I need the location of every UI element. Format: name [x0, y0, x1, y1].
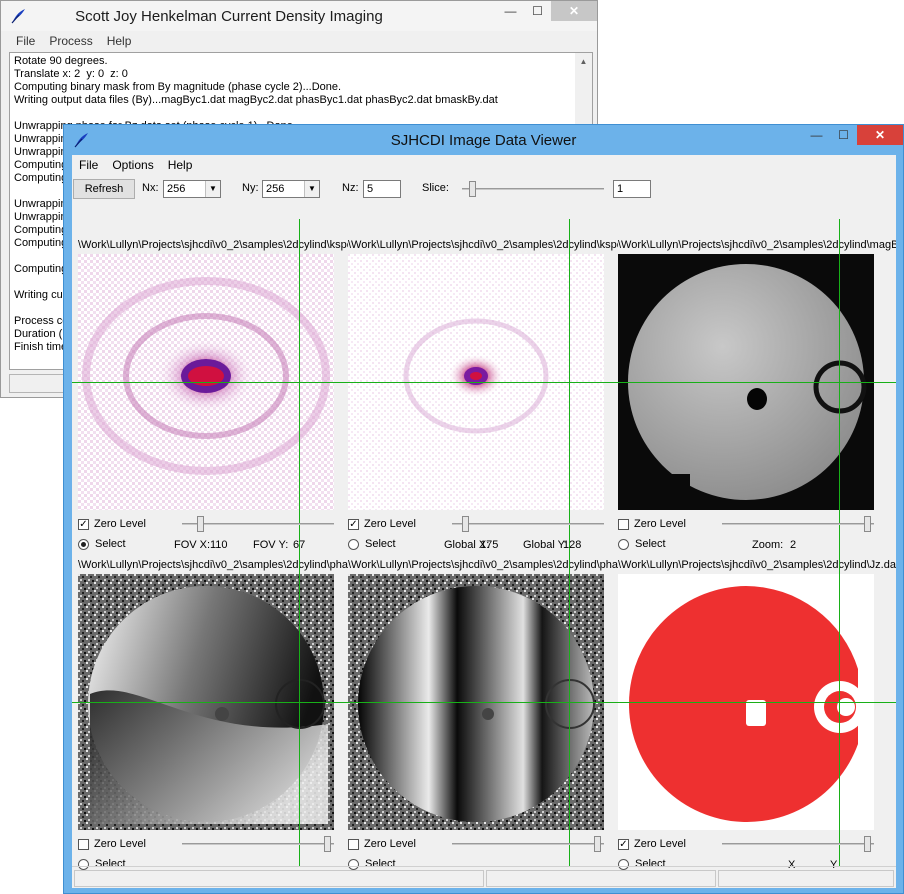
zero-level-label: Zero Level: [94, 838, 146, 850]
slider-thumb[interactable]: [324, 836, 331, 852]
panel-info-text: Global Y:: [523, 539, 568, 551]
checkbox-box[interactable]: [348, 838, 359, 850]
checkbox-box[interactable]: ✓: [348, 518, 359, 530]
nz-field[interactable]: 5: [363, 180, 401, 198]
viewer-client: File Options Help Refresh Nx: 256 ▼ Ny: 2…: [72, 155, 896, 888]
panel-info-text: 2: [790, 539, 797, 551]
zero-level-checkbox[interactable]: ✓ Zero Level: [618, 838, 686, 850]
nx-select[interactable]: 256 ▼: [163, 180, 221, 198]
slice-label: Slice:: [422, 182, 449, 194]
menu-file[interactable]: File: [72, 155, 105, 175]
slider-thumb[interactable]: [864, 516, 871, 532]
select-radio[interactable]: Select: [348, 538, 396, 550]
level-slider[interactable]: [722, 516, 874, 532]
slice-field[interactable]: 1: [613, 180, 651, 198]
slider-thumb[interactable]: [594, 836, 601, 852]
viewer-menubar: File Options Help: [72, 155, 199, 175]
menu-help[interactable]: Help: [161, 155, 200, 175]
crosshair-horizontal-top: [72, 382, 896, 383]
zero-level-checkbox[interactable]: Zero Level: [78, 838, 146, 850]
checkbox-box[interactable]: ✓: [618, 838, 629, 850]
slider-thumb[interactable]: [197, 516, 204, 532]
zero-level-label: Zero Level: [634, 518, 686, 530]
radio-dot[interactable]: [78, 538, 89, 550]
select-radio[interactable]: Select: [78, 538, 126, 550]
status-segment-2: [486, 870, 716, 887]
panel-info-text: 175: [480, 539, 499, 551]
panel-info-text: FOV X:: [174, 539, 211, 551]
viewer-toolbar: Refresh Nx: 256 ▼ Ny: 256 ▼ Nz: 5 Slice: 1: [72, 177, 896, 201]
maximize-button[interactable]: ☐: [830, 125, 857, 145]
main-titlebar[interactable]: Scott Joy Henkelman Current Density Imag…: [1, 1, 597, 31]
nx-label: Nx:: [142, 182, 159, 194]
close-button[interactable]: ✕: [551, 1, 597, 21]
ny-select[interactable]: 256 ▼: [262, 180, 320, 198]
zero-level-label: Zero Level: [364, 518, 416, 530]
menu-help[interactable]: Help: [100, 32, 139, 50]
level-slider[interactable]: [722, 836, 874, 852]
ny-label: Ny:: [242, 182, 259, 194]
main-menubar: File Process Help: [9, 32, 138, 50]
chevron-down-icon[interactable]: ▼: [304, 181, 319, 197]
refresh-button[interactable]: Refresh: [73, 179, 135, 199]
zero-level-checkbox[interactable]: ✓ Zero Level: [78, 518, 146, 530]
minimize-button[interactable]: —: [803, 125, 830, 145]
level-slider[interactable]: [452, 836, 604, 852]
crosshair-horizontal-bottom: [72, 702, 896, 703]
nx-value: 256: [167, 183, 186, 195]
radio-dot[interactable]: [618, 538, 629, 550]
panel-5-path: \Work\Lullyn\Projects\sjhcdi\v0_2\sample…: [348, 559, 618, 571]
panel-info-text: FOV Y:: [253, 539, 289, 551]
zero-level-label: Zero Level: [94, 518, 146, 530]
ny-value: 256: [266, 183, 285, 195]
panel-3-path: \Work\Lullyn\Projects\sjhcdi\v0_2\sample…: [618, 239, 896, 251]
viewer-titlebar[interactable]: SJHCDI Image Data Viewer — ☐ ✕: [64, 125, 903, 155]
zero-level-checkbox[interactable]: Zero Level: [618, 518, 686, 530]
chevron-down-icon[interactable]: ▼: [205, 181, 220, 197]
panel-1-path: \Work\Lullyn\Projects\sjhcdi\v0_2\sample…: [78, 239, 348, 251]
close-button[interactable]: ✕: [857, 125, 903, 145]
zero-level-checkbox[interactable]: ✓ Zero Level: [348, 518, 416, 530]
level-slider[interactable]: [182, 516, 334, 532]
viewer-window: SJHCDI Image Data Viewer — ☐ ✕ File Opti…: [63, 124, 904, 894]
crosshair-vertical-3: [839, 219, 840, 866]
panel-2-path: \Work\Lullyn\Projects\sjhcdi\v0_2\sample…: [348, 239, 618, 251]
zero-level-label: Zero Level: [634, 838, 686, 850]
zero-level-label: Zero Level: [364, 838, 416, 850]
panel-4-path: \Work\Lullyn\Projects\sjhcdi\v0_2\sample…: [78, 559, 348, 571]
maximize-button[interactable]: ☐: [524, 1, 551, 21]
level-slider[interactable]: [182, 836, 334, 852]
select-label: Select: [635, 538, 666, 550]
slider-thumb[interactable]: [462, 516, 469, 532]
status-segment-3: [718, 870, 894, 887]
select-label: Select: [95, 538, 126, 550]
checkbox-box[interactable]: [618, 518, 629, 530]
slider-thumb[interactable]: [469, 181, 476, 197]
panel-info-text: Zoom:: [752, 539, 784, 551]
viewer-window-title: SJHCDI Image Data Viewer: [390, 132, 577, 149]
minimize-button[interactable]: —: [497, 1, 524, 21]
slider-thumb[interactable]: [864, 836, 871, 852]
status-segment-1: [74, 870, 484, 887]
scroll-up-arrow-icon[interactable]: ▲: [575, 53, 592, 70]
main-window-title: Scott Joy Henkelman Current Density Imag…: [75, 8, 383, 25]
menu-process[interactable]: Process: [42, 32, 99, 50]
menu-file[interactable]: File: [9, 32, 42, 50]
select-radio[interactable]: Select: [618, 538, 666, 550]
panel-6-path: \Work\Lullyn\Projects\sjhcdi\v0_2\sample…: [618, 559, 896, 571]
checkbox-box[interactable]: ✓: [78, 518, 89, 530]
viewer-status-bar: [72, 866, 896, 888]
radio-dot[interactable]: [348, 538, 359, 550]
zero-level-checkbox[interactable]: Zero Level: [348, 838, 416, 850]
nz-label: Nz:: [342, 182, 359, 194]
panel-info-text: 67: [293, 539, 306, 551]
level-slider[interactable]: [452, 516, 604, 532]
checkbox-box[interactable]: [78, 838, 89, 850]
slice-slider[interactable]: [462, 181, 604, 197]
select-label: Select: [365, 538, 396, 550]
panel-info-text: 110: [210, 539, 228, 551]
menu-options[interactable]: Options: [105, 155, 160, 175]
panel-info-text: 128: [563, 539, 582, 551]
